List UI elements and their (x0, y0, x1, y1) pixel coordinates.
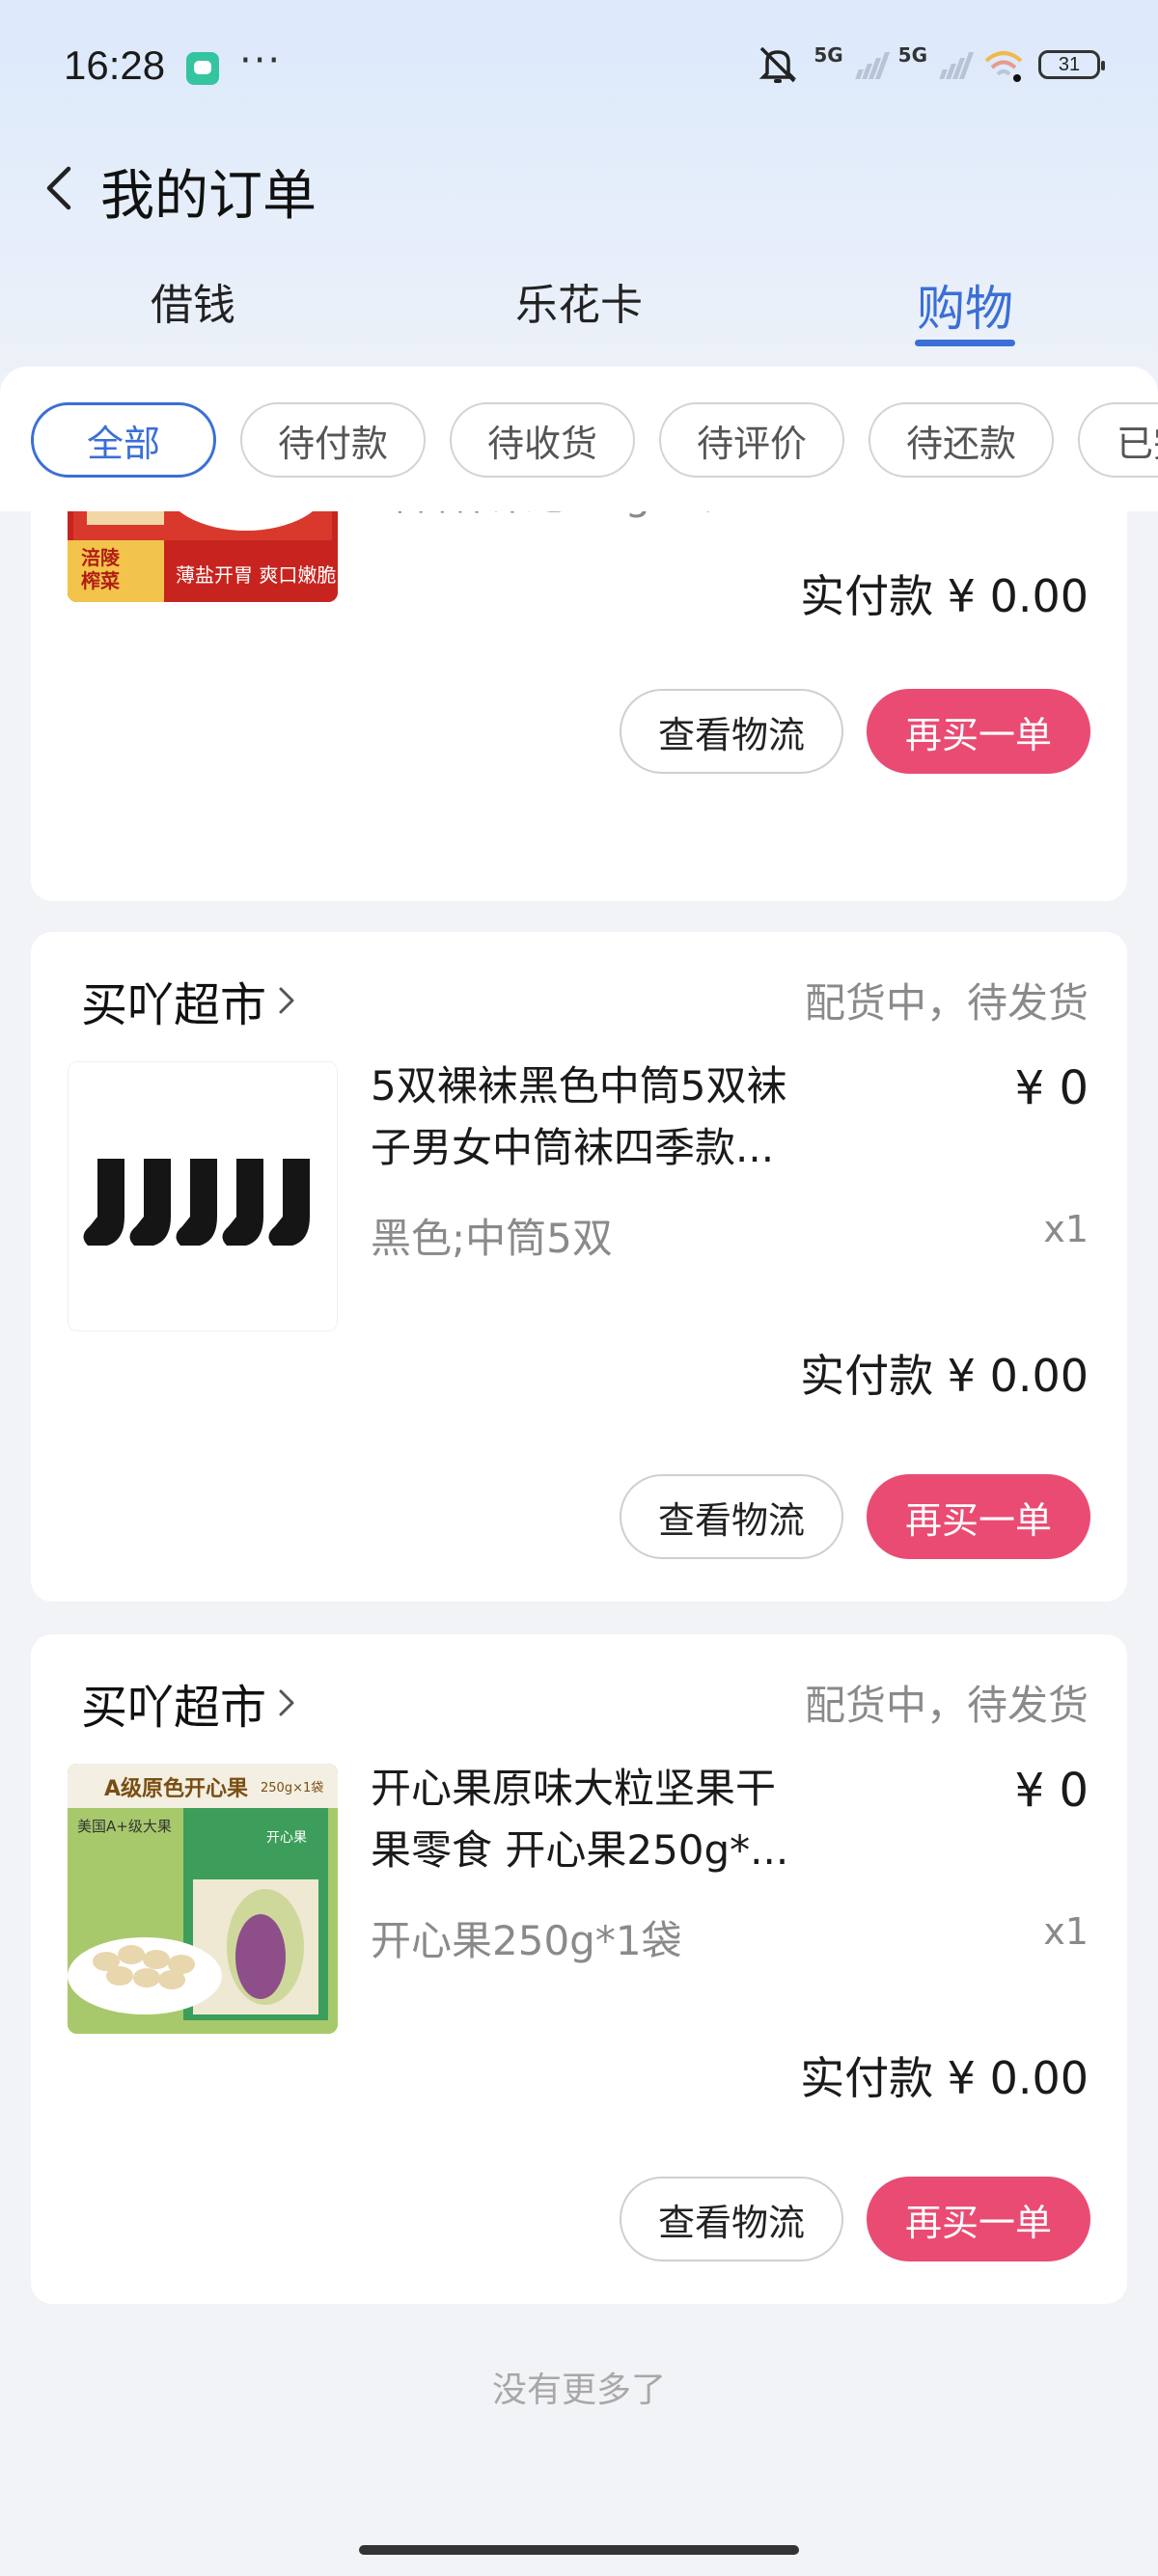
chevron-left-icon (46, 166, 71, 210)
filter-chip-pending-payment[interactable]: 待付款 (240, 402, 426, 478)
image-label-grade: A级原色开心果 (104, 1777, 249, 1801)
image-label-pistachio: 开心果 (266, 1830, 307, 1846)
paid-amount: 实付款 ¥ 0.00 (800, 2052, 1089, 2104)
paid-amount: 实付款 ¥ 0.00 (800, 1350, 1089, 1402)
product-quantity: x1 (1043, 1910, 1089, 1953)
product-spec: 鲜香榨菜芯50g*5袋 (371, 511, 737, 522)
message-app-icon (186, 52, 219, 85)
image-label-fuling: 涪陵 (81, 546, 120, 569)
product-image[interactable]: 涪陵 榨菜 薄盐开胃 爽口嫩脆 (68, 511, 338, 602)
tab-active-indicator (915, 340, 1015, 346)
chevron-right-icon (279, 1689, 294, 1716)
filter-chip-pending-receipt[interactable]: 待收货 (450, 402, 635, 478)
product-image[interactable] (68, 1061, 338, 1331)
signal-bars-1-icon (854, 50, 890, 79)
product-spec: 开心果250g*1袋 (371, 1917, 682, 1964)
store-name: 买吖超市 (81, 978, 267, 1032)
top-tabs: 借钱 乐花卡 购物 (0, 270, 1158, 357)
store-link[interactable]: 买吖超市 (81, 1669, 295, 1737)
product-title-line-1: 开心果原味大粒坚果干 (371, 1765, 777, 1812)
tab-borrow[interactable]: 借钱 (96, 270, 290, 332)
no-more-text: 没有更多了 (491, 2370, 666, 2410)
pistachio-image (68, 1764, 338, 2034)
buy-again-button[interactable]: 再买一单 (867, 1474, 1090, 1559)
product-title-line-2: 果零食 开心果250g*... (371, 1826, 789, 1874)
order-card: 涪陵 榨菜 薄盐开胃 爽口嫩脆 鲜香榨菜芯50g*5袋 x1 实付款 ¥ 0.0… (31, 511, 1127, 901)
more-notifications-icon: ··· (239, 39, 283, 83)
filter-chip-all[interactable]: 全部 (31, 402, 216, 478)
page-title: 我的订单 (100, 165, 317, 228)
image-label-slogan: 薄盐开胃 爽口嫩脆 (176, 563, 337, 587)
view-logistics-button[interactable]: 查看物流 (620, 2177, 843, 2261)
filter-chip-pending-repayment[interactable]: 待还款 (868, 402, 1054, 478)
filter-chip-pending-review[interactable]: 待评价 (659, 402, 844, 478)
home-indicator[interactable] (359, 2545, 799, 2555)
socks-image (69, 1062, 337, 1330)
product-spec: 黑色;中筒5双 (371, 1215, 613, 1262)
buy-again-button[interactable]: 再买一单 (867, 2177, 1090, 2261)
store-link[interactable]: 买吖超市 (81, 967, 295, 1034)
image-label-zhacai: 榨菜 (81, 569, 120, 592)
wifi-icon (984, 51, 1023, 82)
battery-icon: 31 (1038, 50, 1105, 79)
signal-5g-label-2: 5G (897, 43, 927, 67)
product-title-line-2: 子男女中筒袜四季款... (371, 1124, 775, 1171)
order-list[interactable]: 涪陵 榨菜 薄盐开胃 爽口嫩脆 鲜香榨菜芯50g*5袋 x1 实付款 ¥ 0.0… (0, 511, 1158, 2576)
store-name: 买吖超市 (81, 1681, 267, 1735)
paid-amount: 实付款 ¥ 0.00 (800, 570, 1089, 622)
product-quantity: x1 (1043, 1208, 1089, 1250)
order-card: 买吖超市 配货中，待发货 A级原色开心果 250g×1袋 美国A+级大果 开心果… (31, 1634, 1127, 2304)
order-status: 配货中，待发货 (804, 979, 1089, 1027)
order-card: 买吖超市 配货中，待发货 5双裸袜黑色中筒5双袜 子男女中筒袜四季款... ¥ … (31, 932, 1127, 1602)
tab-shopping[interactable]: 购物 (868, 270, 1062, 346)
chevron-right-icon (279, 987, 294, 1014)
filter-bar: 全部 待付款 待收货 待评价 待还款 已完成 (0, 367, 1158, 511)
product-price: ¥ 0 (1014, 1764, 1089, 1818)
tab-lehua-card[interactable]: 乐花卡 (482, 270, 676, 332)
product-image[interactable]: A级原色开心果 250g×1袋 美国A+级大果 开心果 (68, 1764, 338, 2034)
image-label-weight: 250g×1袋 (261, 1781, 324, 1795)
product-price: ¥ 0 (1014, 1061, 1089, 1115)
back-button[interactable] (35, 154, 83, 222)
status-indicators: 5G 5G 31 (756, 43, 1105, 85)
product-title[interactable]: 5双裸袜黑色中筒5双袜 子男女中筒袜四季款... (371, 1055, 892, 1179)
view-logistics-button[interactable]: 查看物流 (620, 689, 843, 774)
image-label-origin: 美国A+级大果 (77, 1818, 172, 1835)
mute-icon (759, 46, 797, 83)
signal-5g-label-1: 5G (813, 43, 843, 67)
view-logistics-button[interactable]: 查看物流 (620, 1474, 843, 1559)
filter-chip-completed[interactable]: 已完成 (1078, 402, 1158, 478)
product-title-line-1: 5双裸袜黑色中筒5双袜 (371, 1062, 787, 1110)
tab-shopping-label: 购物 (917, 281, 1013, 337)
status-time: 16:28 (64, 42, 166, 88)
product-title[interactable]: 开心果原味大粒坚果干 果零食 开心果250g*... (371, 1758, 892, 1881)
buy-again-button[interactable]: 再买一单 (867, 689, 1090, 774)
status-bar: 16:28 ··· 5G 5G 31 (0, 0, 1158, 135)
order-status: 配货中，待发货 (804, 1682, 1089, 1729)
signal-bars-2-icon (939, 50, 975, 79)
